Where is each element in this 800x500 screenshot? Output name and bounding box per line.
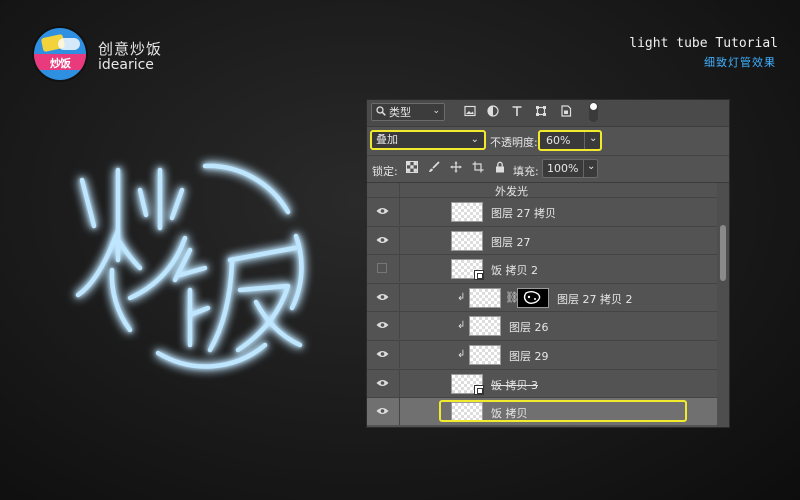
eye-icon [376, 293, 389, 300]
layer-mask-thumbnail[interactable] [517, 287, 549, 308]
layer-visibility-toggle[interactable] [367, 226, 400, 254]
tutorial-title-en: light tube Tutorial [629, 36, 778, 51]
lock-paint-icon[interactable] [427, 161, 441, 175]
eye-icon [376, 351, 389, 357]
opacity-input[interactable]: 60% ⌄ [538, 130, 602, 151]
neon-fan-shi [172, 247, 211, 348]
layer-row[interactable]: 饭 拷贝 [367, 397, 717, 426]
layer-row[interactable]: ↲ 图层 26 [367, 311, 717, 340]
smart-object-badge-icon [474, 270, 484, 281]
neon-strokes [75, 163, 304, 369]
layer-row[interactable]: ↲ 图层 29 [367, 340, 717, 368]
layer-name: 图层 29 [509, 350, 549, 363]
layer-thumbnail[interactable] [451, 202, 483, 222]
chevron-down-icon[interactable]: ⌄ [589, 133, 597, 144]
blend-mode-value: 叠加 [376, 133, 398, 146]
layer-row[interactable]: ↲ ⛓ 图层 27 拷贝 2 [367, 282, 717, 311]
fill-input[interactable]: 100% ⌄ [542, 159, 598, 178]
filter-kind-select[interactable]: 类型 ⌄ [371, 103, 445, 121]
brand-name-cn: 创意炒饭 [98, 40, 163, 58]
clipping-arrow-icon: ↲ [457, 320, 466, 332]
lock-row: 锁定: 填充: 100% ⌄ [367, 156, 729, 183]
layer-thumbnail[interactable] [451, 373, 484, 395]
search-icon [376, 105, 386, 119]
selected-layer-highlight [439, 400, 687, 423]
layer-row[interactable]: 饭 拷贝 3 [367, 368, 717, 397]
layer-visibility-toggle[interactable] [367, 283, 400, 311]
scrollbar-thumb[interactable] [720, 225, 726, 281]
layer-visibility-toggle[interactable] [367, 255, 400, 283]
chevron-down-icon: ⌄ [470, 134, 479, 145]
layers-panel: 类型 ⌄ 叠加 ⌄ 不透明度: 60% ⌄ 锁定: 填充: 100% ⌄ 外发光… [366, 99, 730, 428]
brand-logo-text: 炒饭 [50, 57, 71, 70]
layer-thumbnail[interactable] [469, 287, 501, 308]
layer-visibility-toggle[interactable] [367, 198, 400, 225]
tutorial-title-cn: 细致灯管效果 [704, 56, 776, 69]
layer-thumbnail[interactable] [469, 345, 501, 365]
filter-kind-label: 类型 [389, 106, 411, 119]
brand-name-en: idearice [98, 57, 154, 73]
image-filter-icon[interactable] [463, 105, 477, 119]
chevron-down-icon: ⌄ [432, 106, 440, 116]
clipping-arrow-icon: ↲ [457, 349, 466, 360]
layer-visibility-toggle[interactable] [367, 312, 400, 340]
neon-chao-fire [75, 167, 143, 298]
layer-thumbnail[interactable] [469, 316, 501, 337]
layer-thumbnail[interactable] [451, 259, 484, 281]
layer-visibility-toggle[interactable] [367, 398, 400, 426]
lock-transparent-icon[interactable] [405, 161, 419, 175]
layer-name: 饭 拷贝 3 [491, 378, 538, 392]
smart-object-badge-icon [474, 384, 484, 395]
adjustment-filter-icon[interactable] [486, 105, 500, 119]
blend-mode-select[interactable]: 叠加 ⌄ [370, 130, 486, 150]
fill-value: 100% [547, 162, 579, 175]
layer-name: 饭 拷贝 2 [491, 264, 538, 278]
type-filter-icon[interactable] [510, 105, 524, 119]
layer-name: 图层 27 拷贝 2 [557, 292, 633, 306]
opacity-value: 60% [546, 134, 571, 147]
layer-visibility-toggle[interactable] [367, 341, 400, 368]
lock-move-icon[interactable] [449, 161, 463, 175]
lock-all-icon[interactable] [493, 161, 507, 175]
visibility-off-box [377, 263, 387, 274]
shape-filter-icon[interactable] [534, 105, 548, 119]
blend-row: 叠加 ⌄ 不透明度: 60% ⌄ [367, 127, 729, 156]
neon-arc-top [202, 163, 291, 215]
layer-row[interactable]: 饭 拷贝 2 [367, 254, 717, 283]
lock-artboard-icon[interactable] [471, 161, 485, 175]
layer-name: 图层 27 拷贝 [491, 207, 556, 220]
chevron-down-icon[interactable]: ⌄ [587, 161, 595, 172]
eye-icon [376, 408, 389, 415]
eye-icon [376, 208, 389, 214]
layer-list: 外发光 图层 27 拷贝 图层 27 饭 拷贝 2 ↲ ⛓ 图层 27 拷贝 2 ↲ 图层 2… [367, 183, 717, 427]
smart-object-filter-icon[interactable] [559, 105, 573, 119]
brand-logo: 炒饭 [34, 28, 86, 80]
filter-toggle[interactable] [589, 102, 598, 122]
eye-icon [376, 322, 389, 329]
neon-arc-left [109, 267, 133, 333]
filter-bar: 类型 ⌄ [367, 100, 729, 127]
clipping-arrow-icon: ↲ [457, 291, 466, 303]
neon-artwork [75, 163, 304, 369]
effect-row-outer-glow[interactable]: 外发光 [367, 183, 717, 198]
layer-name: 图层 27 [491, 235, 531, 249]
layer-visibility-toggle[interactable] [367, 369, 400, 397]
fill-label: 填充: [513, 165, 539, 178]
layer-row[interactable]: 图层 27 拷贝 [367, 197, 717, 225]
neon-fan-fan [207, 245, 303, 353]
layer-thumbnail[interactable] [451, 230, 483, 251]
opacity-label: 不透明度: [490, 136, 538, 149]
layer-row[interactable]: 图层 27 [367, 225, 717, 254]
layer-list-scrollbar[interactable] [717, 183, 729, 427]
eye-icon [376, 379, 389, 386]
lock-label: 锁定: [372, 165, 398, 178]
layer-name: 图层 26 [509, 321, 549, 335]
eye-icon [376, 236, 389, 243]
